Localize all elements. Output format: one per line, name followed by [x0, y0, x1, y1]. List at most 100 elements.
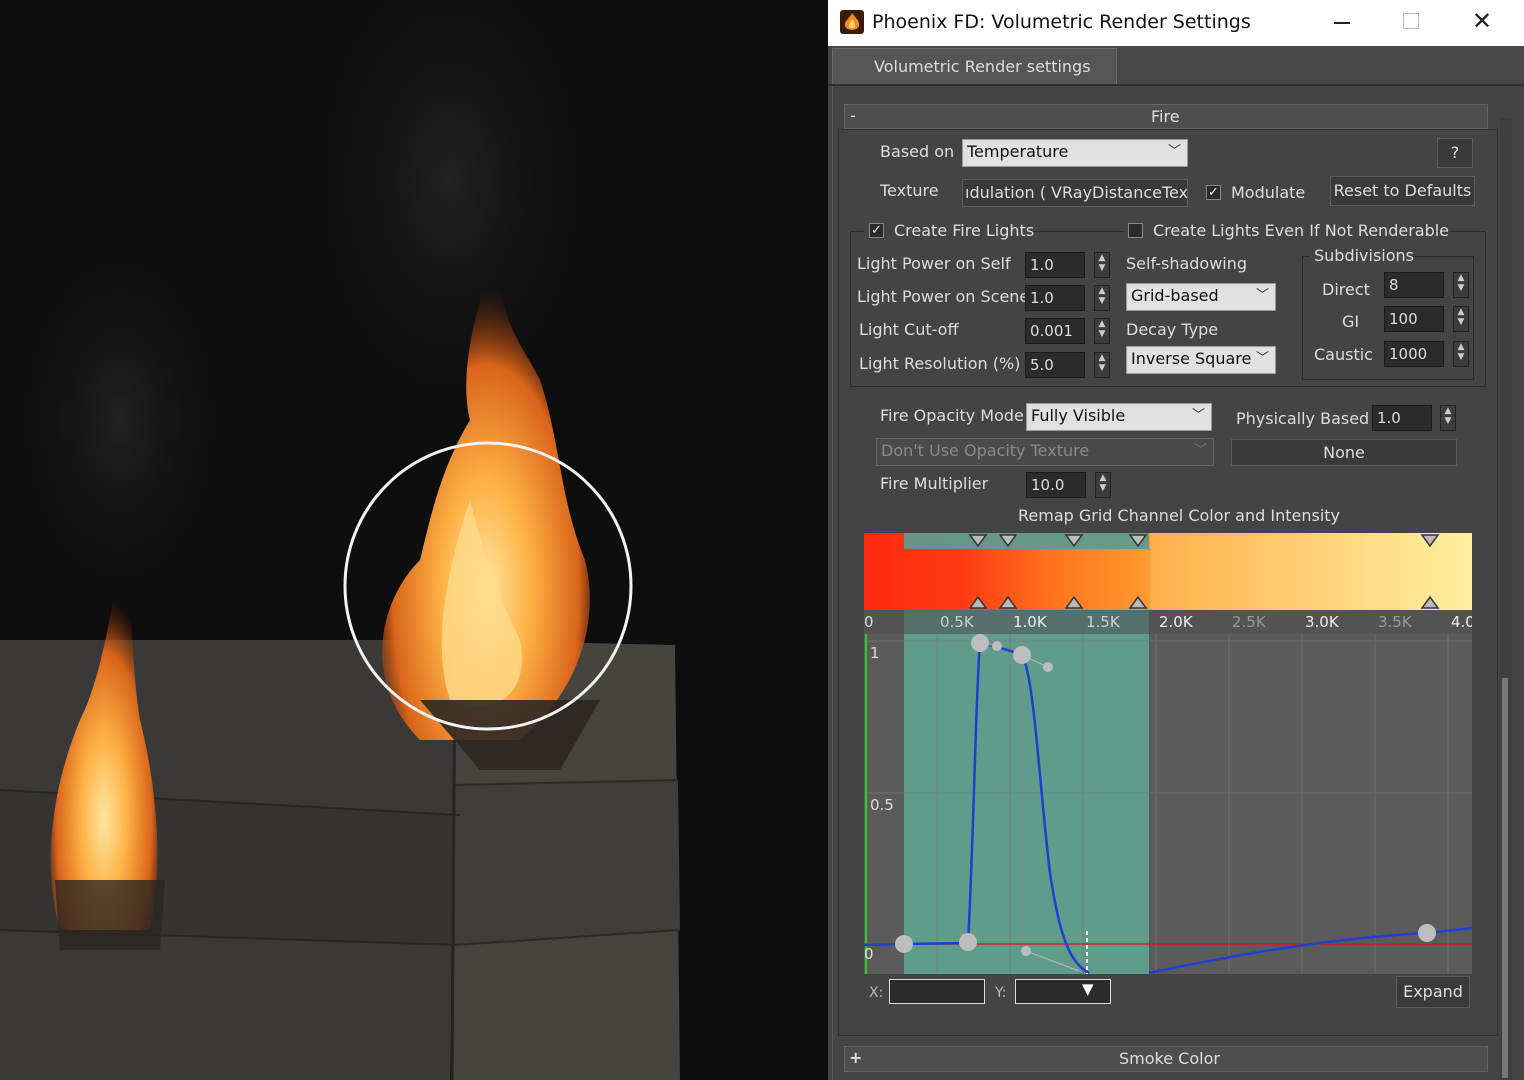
help-button[interactable]: ? [1437, 138, 1473, 168]
light-power-self-label: Light Power on Self [857, 254, 1011, 273]
caustic-spinner[interactable]: ▲ ▼ [1453, 341, 1469, 367]
expand-toggle: + [849, 1048, 863, 1067]
based-on-select[interactable]: Temperature ﹀ [962, 139, 1188, 167]
color-selection-band [904, 533, 1149, 549]
physically-based-field[interactable]: 1.0 [1372, 405, 1432, 431]
expand-button[interactable]: Expand [1396, 976, 1470, 1008]
curve-editor-canvas[interactable]: 0 0.5K 1.0K 1.5K 2.0K 2.5K 3.0K 3.5K 4.0… [864, 533, 1472, 979]
light-power-scene-field[interactable]: 1.0 [1025, 285, 1085, 311]
light-power-scene-spinner[interactable]: ▲ ▼ [1094, 285, 1110, 311]
direct-field[interactable]: 8 [1384, 272, 1444, 298]
y-coordinate-field[interactable]: ▼ [1015, 979, 1111, 1004]
light-power-self-spinner[interactable]: ▲ ▼ [1094, 252, 1110, 278]
fire-multiplier-field[interactable]: 10.0 [1026, 472, 1086, 498]
texture-label: Texture [880, 181, 939, 200]
texture-map-button[interactable]: ıdulation ( VRayDistanceTex ) [962, 179, 1188, 207]
maximize-button[interactable] [1403, 13, 1419, 29]
gi-field[interactable]: 100 [1384, 306, 1444, 332]
x-tick-0: 0 [864, 613, 874, 631]
remap-curve-editor[interactable]: 0 0.5K 1.0K 1.5K 2.0K 2.5K 3.0K 3.5K 4.0… [864, 533, 1472, 979]
arrow-down-icon: ▼ [1082, 980, 1094, 998]
fire-rollout-header[interactable]: - Fire [844, 104, 1488, 129]
fire-opacity-mode-select[interactable]: Fully Visible ﹀ [1026, 403, 1212, 431]
caustic-label: Caustic [1314, 345, 1373, 364]
tab-volumetric-render-settings[interactable]: Volumetric Render settings [832, 48, 1117, 86]
based-on-label: Based on [880, 142, 955, 161]
self-shadowing-value: Grid-based [1131, 286, 1219, 305]
fire-multiplier-spinner[interactable]: ▲ ▼ [1095, 472, 1111, 498]
light-cutoff-label: Light Cut-off [859, 320, 959, 339]
minimize-icon [1334, 22, 1350, 24]
gi-spinner[interactable]: ▲ ▼ [1453, 306, 1469, 332]
chevron-down-icon: ﹀ [1193, 443, 1207, 458]
y-tick-1: 1 [870, 644, 880, 662]
opacity-texture-select[interactable]: Don't Use Opacity Texture ﹀ [876, 438, 1214, 466]
check-icon: ✓ [871, 223, 882, 238]
x-tick-2-5k: 2.5K [1232, 613, 1267, 631]
x-tick-3-0k: 3.0K [1305, 613, 1340, 631]
smoke-color-title: Smoke Color [1119, 1049, 1220, 1068]
fire-opacity-mode-value: Fully Visible [1031, 406, 1126, 425]
direct-spinner[interactable]: ▲ ▼ [1453, 272, 1469, 298]
chevron-down-icon: ﹀ [1167, 144, 1181, 159]
create-fire-lights-checkbox[interactable]: ✓ [869, 223, 884, 238]
title-bar[interactable]: Phoenix FD: Volumetric Render Settings ✕ [828, 0, 1524, 46]
create-fire-lights-label: Create Fire Lights [894, 221, 1035, 240]
volumetric-render-settings-window: Phoenix FD: Volumetric Render Settings ✕… [828, 0, 1524, 1080]
decay-type-value: Inverse Square [1131, 349, 1252, 368]
vertical-scrollbar[interactable] [1500, 118, 1512, 1080]
based-on-value: Temperature [967, 142, 1069, 161]
close-icon: ✕ [1472, 7, 1493, 35]
x-tick-1-5k: 1.5K [1086, 613, 1121, 631]
decay-type-label: Decay Type [1126, 320, 1219, 339]
x-tick-3-5k: 3.5K [1378, 613, 1413, 631]
x-coordinate-field[interactable] [889, 979, 985, 1004]
check-icon: ✓ [1208, 185, 1219, 200]
x-tick-1-0k: 1.0K [1013, 613, 1048, 631]
caustic-field[interactable]: 1000 [1384, 341, 1444, 367]
x-tick-4-0: 4.0 [1451, 613, 1472, 631]
opacity-texture-none-button[interactable]: None [1231, 439, 1457, 466]
render-viewport [0, 0, 828, 1080]
opacity-texture-value: Don't Use Opacity Texture [881, 441, 1090, 460]
light-power-self-field[interactable]: 1.0 [1025, 252, 1085, 278]
remap-title: Remap Grid Channel Color and Intensity [1018, 506, 1340, 525]
gi-label: GI [1342, 312, 1360, 331]
create-lights-not-renderable-label: Create Lights Even If Not Renderable [1153, 221, 1450, 240]
light-cutoff-field[interactable]: 0.001 [1025, 318, 1085, 344]
modulate-label: Modulate [1231, 183, 1306, 202]
physically-based-spinner[interactable]: ▲ ▼ [1440, 405, 1456, 431]
self-shadowing-select[interactable]: Grid-based ﹀ [1126, 283, 1276, 311]
fire-multiplier-label: Fire Multiplier [880, 474, 989, 493]
light-resolution-spinner[interactable]: ▲ ▼ [1094, 352, 1110, 378]
phoenix-logo-icon [840, 10, 864, 34]
help-label: ? [1450, 143, 1460, 162]
y-tick-0: 0 [864, 945, 874, 963]
y-tick-0-5: 0.5 [870, 796, 894, 814]
smoke-color-rollout-header[interactable]: + Smoke Color [844, 1046, 1488, 1072]
minimize-button[interactable] [1334, 12, 1352, 32]
light-cutoff-spinner[interactable]: ▲ ▼ [1094, 318, 1110, 344]
fire-render-image [0, 0, 681, 1080]
x-tick-2-0k: 2.0K [1159, 613, 1194, 631]
rollout-title: Fire [1151, 107, 1180, 126]
self-shadowing-label: Self-shadowing [1126, 254, 1248, 273]
scrollbar-thumb[interactable] [1502, 678, 1508, 1078]
light-resolution-label: Light Resolution (%) [859, 354, 1021, 373]
close-button[interactable]: ✕ [1472, 8, 1494, 34]
subdivisions-label: Subdivisions [1314, 246, 1415, 265]
reset-label: Reset to Defaults [1333, 181, 1472, 200]
decay-type-select[interactable]: Inverse Square ﹀ [1126, 346, 1276, 374]
tab-label: Volumetric Render settings [874, 57, 1091, 76]
modulate-checkbox[interactable]: ✓ [1206, 185, 1221, 200]
create-lights-not-renderable-checkbox[interactable] [1128, 223, 1143, 238]
window-title: Phoenix FD: Volumetric Render Settings [872, 11, 1251, 33]
none-label: None [1323, 443, 1365, 462]
x-tick-0-5k: 0.5K [940, 613, 975, 631]
chevron-down-icon: ﹀ [1255, 351, 1269, 366]
x-coordinate-label: X: [869, 985, 884, 1001]
collapse-toggle: - [850, 106, 856, 125]
light-resolution-field[interactable]: 5.0 [1025, 352, 1085, 378]
reset-to-defaults-button[interactable]: Reset to Defaults [1330, 176, 1475, 206]
y-coordinate-label: Y: [995, 985, 1007, 1001]
